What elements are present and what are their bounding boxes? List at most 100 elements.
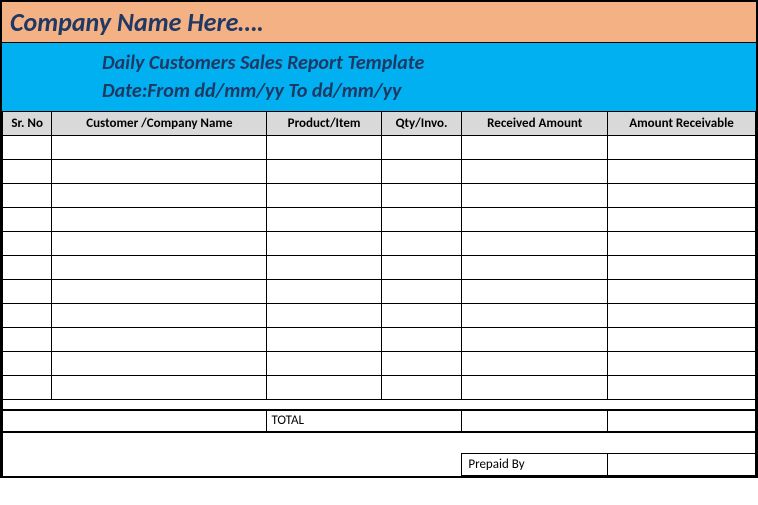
col-customer: Customer /Company Name <box>52 112 267 136</box>
cell-received[interactable] <box>462 328 608 352</box>
table-row <box>3 160 756 184</box>
cell-receivable[interactable] <box>608 280 756 304</box>
cell-qty[interactable] <box>381 376 462 400</box>
sales-table: Sr. No Customer /Company Name Product/It… <box>2 111 756 476</box>
cell-sr[interactable] <box>3 208 52 232</box>
cell-receivable[interactable] <box>608 256 756 280</box>
cell-receivable[interactable] <box>608 184 756 208</box>
cell-product[interactable] <box>267 256 381 280</box>
cell-customer[interactable] <box>52 352 267 376</box>
cell-received[interactable] <box>462 232 608 256</box>
cell-qty[interactable] <box>381 352 462 376</box>
total-qty <box>381 410 462 432</box>
cell-product[interactable] <box>267 160 381 184</box>
cell-qty[interactable] <box>381 136 462 160</box>
report-header: Daily Customers Sales Report Template Da… <box>2 43 756 111</box>
cell-receivable[interactable] <box>608 136 756 160</box>
table-row <box>3 328 756 352</box>
prepaid-spacer <box>3 454 462 476</box>
cell-received[interactable] <box>462 136 608 160</box>
cell-product[interactable] <box>267 184 381 208</box>
cell-customer[interactable] <box>52 376 267 400</box>
total-receivable <box>608 410 756 432</box>
total-label: TOTAL <box>267 410 381 432</box>
col-qty: Qty/Invo. <box>381 112 462 136</box>
cell-qty[interactable] <box>381 208 462 232</box>
cell-qty[interactable] <box>381 328 462 352</box>
total-received <box>462 410 608 432</box>
cell-qty[interactable] <box>381 160 462 184</box>
cell-received[interactable] <box>462 352 608 376</box>
table-row <box>3 376 756 400</box>
cell-customer[interactable] <box>52 304 267 328</box>
cell-receivable[interactable] <box>608 232 756 256</box>
report-date-range: Date:From dd/mm/yy To dd/mm/yy <box>102 77 756 105</box>
total-empty <box>3 410 52 432</box>
cell-received[interactable] <box>462 280 608 304</box>
cell-receivable[interactable] <box>608 376 756 400</box>
report-title: Daily Customers Sales Report Template <box>102 49 756 77</box>
report-container: Company Name Here…. Daily Customers Sale… <box>0 0 758 478</box>
cell-received[interactable] <box>462 208 608 232</box>
prepaid-row: Prepaid By <box>3 454 756 476</box>
cell-product[interactable] <box>267 280 381 304</box>
table-row <box>3 208 756 232</box>
cell-sr[interactable] <box>3 136 52 160</box>
table-row <box>3 232 756 256</box>
cell-qty[interactable] <box>381 256 462 280</box>
cell-receivable[interactable] <box>608 328 756 352</box>
cell-received[interactable] <box>462 304 608 328</box>
cell-qty[interactable] <box>381 184 462 208</box>
table-row <box>3 256 756 280</box>
table-row <box>3 184 756 208</box>
cell-customer[interactable] <box>52 256 267 280</box>
cell-sr[interactable] <box>3 328 52 352</box>
cell-receivable[interactable] <box>608 352 756 376</box>
cell-received[interactable] <box>462 256 608 280</box>
table-row <box>3 280 756 304</box>
cell-qty[interactable] <box>381 280 462 304</box>
cell-receivable[interactable] <box>608 304 756 328</box>
cell-sr[interactable] <box>3 232 52 256</box>
cell-product[interactable] <box>267 328 381 352</box>
cell-product[interactable] <box>267 208 381 232</box>
total-row: TOTAL <box>3 410 756 432</box>
cell-qty[interactable] <box>381 232 462 256</box>
cell-received[interactable] <box>462 376 608 400</box>
cell-received[interactable] <box>462 160 608 184</box>
table-row <box>3 352 756 376</box>
cell-qty[interactable] <box>381 304 462 328</box>
cell-customer[interactable] <box>52 184 267 208</box>
cell-customer[interactable] <box>52 208 267 232</box>
cell-product[interactable] <box>267 352 381 376</box>
cell-sr[interactable] <box>3 184 52 208</box>
table-row <box>3 136 756 160</box>
spacer-row <box>3 400 756 410</box>
table-row <box>3 304 756 328</box>
col-sr-no: Sr. No <box>3 112 52 136</box>
cell-sr[interactable] <box>3 256 52 280</box>
col-receivable: Amount Receivable <box>608 112 756 136</box>
cell-receivable[interactable] <box>608 160 756 184</box>
cell-product[interactable] <box>267 304 381 328</box>
cell-product[interactable] <box>267 376 381 400</box>
cell-customer[interactable] <box>52 136 267 160</box>
cell-product[interactable] <box>267 232 381 256</box>
cell-customer[interactable] <box>52 280 267 304</box>
cell-sr[interactable] <box>3 280 52 304</box>
prepaid-value <box>608 454 756 476</box>
cell-customer[interactable] <box>52 232 267 256</box>
cell-sr[interactable] <box>3 160 52 184</box>
cell-receivable[interactable] <box>608 208 756 232</box>
col-received: Received Amount <box>462 112 608 136</box>
cell-sr[interactable] <box>3 304 52 328</box>
company-name-header: Company Name Here…. <box>2 2 756 43</box>
cell-customer[interactable] <box>52 328 267 352</box>
cell-product[interactable] <box>267 136 381 160</box>
cell-received[interactable] <box>462 184 608 208</box>
cell-sr[interactable] <box>3 376 52 400</box>
table-header-row: Sr. No Customer /Company Name Product/It… <box>3 112 756 136</box>
col-product: Product/Item <box>267 112 381 136</box>
cell-sr[interactable] <box>3 352 52 376</box>
cell-customer[interactable] <box>52 160 267 184</box>
